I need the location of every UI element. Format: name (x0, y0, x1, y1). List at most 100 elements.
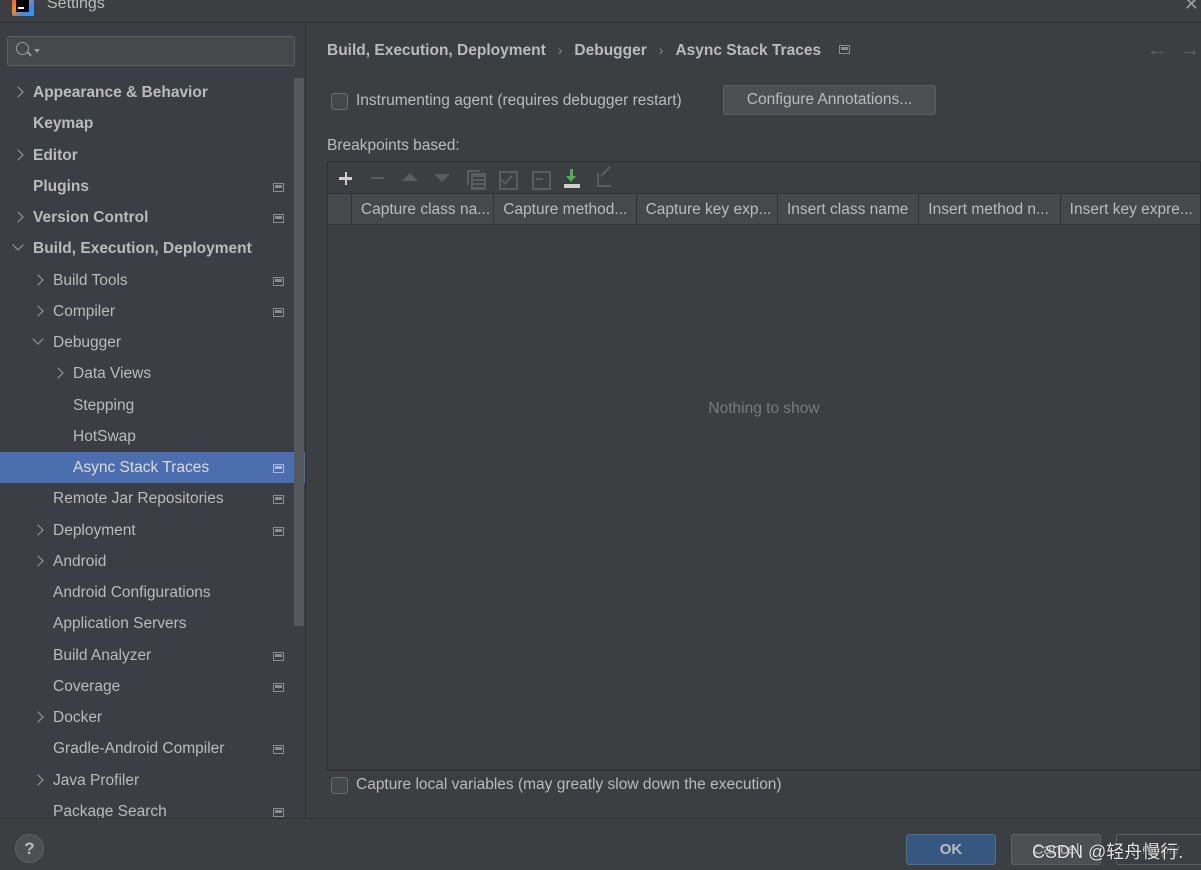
sidebar-item-label: Remote Jar Repositories (53, 490, 224, 508)
sidebar-item[interactable]: Data Views (0, 358, 293, 389)
check-all-icon[interactable] (497, 168, 518, 190)
table-header: Capture class na... Capture method... Ca… (328, 194, 1200, 225)
breadcrumb-separator-icon: › (658, 42, 664, 58)
ok-button[interactable]: OK (906, 834, 996, 865)
window-title: Settings (47, 0, 105, 12)
chevron-right-icon[interactable] (32, 711, 44, 723)
chevron-right-icon[interactable] (32, 555, 44, 567)
chevron-right-icon[interactable] (12, 211, 24, 223)
sidebar-item-label: Build Tools (53, 271, 128, 289)
chevron-right-icon[interactable] (32, 523, 44, 536)
help-button[interactable]: ? (15, 834, 44, 863)
sidebar-item[interactable]: Coverage (0, 671, 293, 702)
search-icon (16, 42, 29, 55)
sidebar-item-label: Async Stack Traces (73, 459, 210, 476)
checkbox-column-header (328, 194, 352, 225)
settings-content: Build, Execution, Deployment › Debugger › As… (307, 24, 1201, 818)
breadcrumb: Build, Execution, Deployment › Debugger › As… (327, 42, 851, 60)
breakpoints-table-panel: Capture class na... Capture method... Ca… (327, 161, 1201, 771)
uncheck-all-icon[interactable] (530, 168, 551, 190)
chevron-right-icon[interactable] (32, 305, 44, 317)
settings-sidebar: Appearance & Behavior Keymap Editor Plugins… (0, 24, 306, 818)
search-input[interactable] (42, 39, 290, 63)
sidebar-item[interactable]: Package Search (0, 796, 293, 818)
sidebar-item-label: Compiler (53, 302, 116, 320)
capture-local-variables-checkbox[interactable] (331, 777, 348, 794)
sidebar-item[interactable]: Debugger (0, 327, 293, 358)
sidebar-item[interactable]: Gradle-Android Compiler (0, 733, 293, 764)
import-icon[interactable] (562, 168, 582, 188)
sidebar-item[interactable]: Docker (0, 702, 293, 733)
chevron-right-icon[interactable] (32, 273, 44, 286)
sidebar-item-label: Docker (53, 709, 103, 726)
chevron-right-icon[interactable] (12, 86, 24, 98)
instrumenting-agent-label[interactable]: Instrumenting agent (requires debugger r… (356, 92, 682, 110)
move-up-icon[interactable] (400, 168, 420, 188)
chevron-right-icon[interactable] (12, 148, 24, 161)
capture-local-variables-label[interactable]: Capture local variables (may greatly slo… (356, 776, 782, 794)
close-icon[interactable]: ✕ (1184, 0, 1199, 14)
sidebar-item[interactable]: Stepping (0, 390, 293, 421)
column-header[interactable]: Capture key exp... (637, 194, 778, 225)
title-bar: Settings ✕ (0, 0, 1201, 23)
move-down-icon[interactable] (432, 168, 452, 188)
sidebar-item[interactable]: Android Configurations (0, 577, 293, 608)
column-header[interactable]: Insert key expre... (1061, 194, 1200, 225)
search-history-dropdown-icon[interactable] (34, 49, 40, 53)
table-divider (328, 769, 1200, 771)
sidebar-item[interactable]: Editor (0, 140, 293, 171)
forward-arrow-icon[interactable]: → (1180, 39, 1200, 62)
column-header[interactable]: Insert class name (778, 194, 920, 225)
sidebar-item-label: Stepping (73, 396, 135, 414)
chevron-right-icon[interactable] (32, 773, 44, 786)
sidebar-item-label: Java Profiler (53, 771, 140, 789)
empty-table-message: Nothing to show (708, 400, 820, 417)
column-header[interactable]: Capture method... (494, 194, 637, 225)
sidebar-item[interactable]: Deployment (0, 515, 293, 546)
sidebar-item[interactable]: Plugins (0, 171, 293, 202)
column-header[interactable]: Insert method n... (919, 194, 1061, 225)
export-icon[interactable] (595, 168, 615, 188)
sidebar-item-label: Gradle-Android Compiler (53, 740, 225, 758)
table-toolbar (328, 162, 1200, 194)
add-icon[interactable] (336, 168, 356, 188)
sidebar-item[interactable]: Java Profiler (0, 765, 293, 796)
project-level-icon (273, 214, 284, 223)
project-level-icon (273, 464, 284, 473)
sidebar-item[interactable]: Build Tools (0, 265, 293, 296)
project-level-icon (273, 745, 284, 755)
sidebar-item-label: Plugins (33, 177, 89, 195)
sidebar-item[interactable]: Build, Execution, Deployment (0, 233, 293, 264)
chevron-right-icon[interactable] (52, 367, 64, 379)
remove-icon[interactable] (368, 168, 388, 188)
chevron-down-icon[interactable] (32, 333, 44, 345)
chevron-down-icon[interactable] (12, 239, 24, 251)
sidebar-item-label: Appearance & Behavior (33, 84, 208, 101)
sidebar-item[interactable]: Keymap (0, 108, 293, 139)
sidebar-item[interactable]: Compiler (0, 296, 293, 327)
project-level-icon (273, 182, 284, 192)
sidebar-item[interactable]: HotSwap (0, 421, 293, 452)
sidebar-item[interactable]: Version Control (0, 202, 293, 233)
project-level-icon (273, 526, 284, 536)
breadcrumb-item[interactable]: Build, Execution, Deployment (327, 42, 546, 60)
sidebar-item-label: Coverage (53, 677, 121, 695)
sidebar-item[interactable]: Appearance & Behavior (0, 77, 293, 108)
sidebar-item-label: Deployment (53, 521, 136, 539)
column-header[interactable]: Capture class na... (352, 194, 495, 225)
breadcrumb-item[interactable]: Debugger (574, 42, 646, 60)
sidebar-item[interactable]: Application Servers (0, 608, 293, 639)
search-field[interactable] (7, 36, 295, 66)
project-level-icon (839, 45, 851, 54)
sidebar-item-label: Version Control (33, 209, 149, 226)
copy-icon[interactable] (465, 168, 486, 190)
sidebar-item-label: Build, Execution, Deployment (33, 240, 252, 258)
sidebar-item[interactable]: Build Analyzer (0, 640, 293, 671)
sidebar-item[interactable]: Android (0, 546, 293, 577)
sidebar-item[interactable]: Async Stack Traces (0, 452, 305, 484)
back-arrow-icon[interactable]: ← (1147, 39, 1167, 62)
instrumenting-agent-checkbox[interactable] (331, 93, 348, 110)
sidebar-scrollbar[interactable] (294, 78, 304, 626)
sidebar-item[interactable]: Remote Jar Repositories (0, 483, 293, 514)
configure-annotations-button[interactable]: Configure Annotations... (723, 85, 936, 115)
